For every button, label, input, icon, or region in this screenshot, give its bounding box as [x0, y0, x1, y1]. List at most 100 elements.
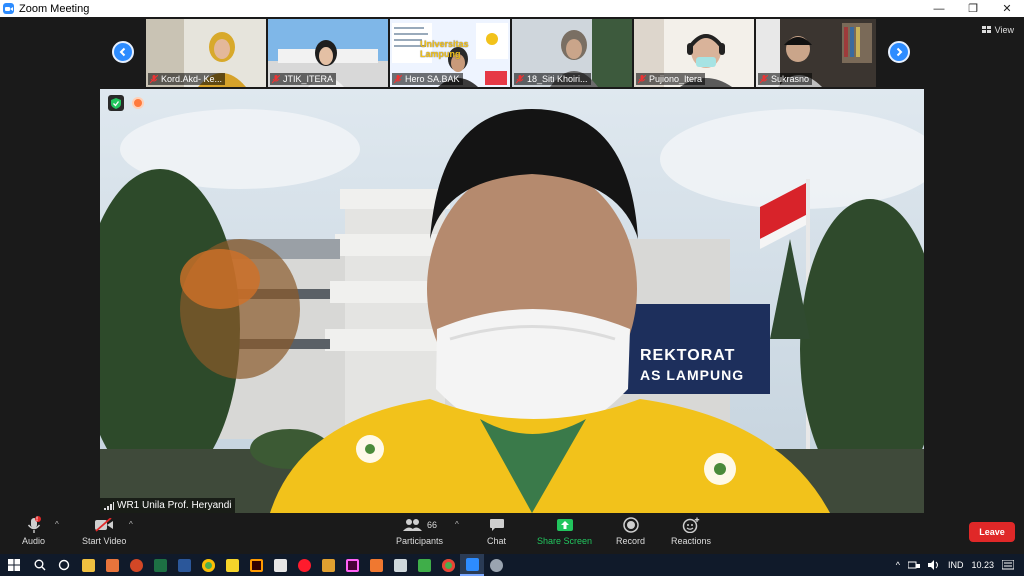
taskbar-app-excel[interactable]: [148, 554, 172, 576]
xd-icon: [345, 558, 359, 572]
notifications-icon[interactable]: [1002, 559, 1014, 571]
audio-button[interactable]: Audio: [22, 516, 45, 546]
language-indicator[interactable]: IND: [948, 560, 964, 570]
app-icon: [393, 558, 407, 572]
close-button[interactable]: ✕: [990, 0, 1024, 17]
audio-options-caret[interactable]: ^: [55, 520, 59, 529]
taskbar-app-word[interactable]: [172, 554, 196, 576]
task-view-button[interactable]: [52, 554, 76, 576]
search-button[interactable]: [28, 554, 52, 576]
speaker-video-frame: [100, 89, 924, 513]
mic-off-icon: [760, 74, 768, 83]
slide-title: Universitas Lampung: [420, 39, 469, 59]
app-icon: [273, 558, 287, 572]
gallery-strip: Kord.Akd- Ke... JTIK_ITERA Universitas L…: [146, 19, 876, 87]
window-title: Zoom Meeting: [19, 2, 90, 15]
taskbar-app-zoom[interactable]: [460, 554, 484, 576]
video-options-caret[interactable]: ^: [129, 520, 133, 529]
taskbar-app-sticky[interactable]: [220, 554, 244, 576]
window-titlebar: Zoom Meeting — ❐ ✕: [0, 0, 1024, 17]
participant-tile[interactable]: Kord.Akd- Ke...: [146, 19, 266, 87]
volume-icon[interactable]: [927, 560, 940, 570]
mic-off-icon: [150, 74, 158, 83]
participant-tile[interactable]: Universitas Lampung Hero SA.BAK: [390, 19, 510, 87]
mic-off-icon: [516, 74, 524, 83]
start-button[interactable]: [0, 554, 28, 576]
tile-label: Hero SA.BAK: [392, 73, 463, 85]
mic-off-icon: [638, 74, 646, 83]
tile-label: Kord.Akd- Ke...: [148, 73, 226, 85]
record-icon: [622, 517, 639, 533]
participant-count: 66: [427, 520, 438, 530]
taskbar-app-chrome[interactable]: [196, 554, 220, 576]
tile-label: Sukrasno: [758, 73, 813, 85]
mic-off-icon: [272, 74, 280, 83]
app-icon: [489, 558, 503, 572]
cortana-circle-icon: [58, 559, 70, 571]
windows-logo-icon: [8, 559, 20, 571]
taskbar-app-publisher[interactable]: [268, 554, 292, 576]
taskbar-app-powerpoint[interactable]: [124, 554, 148, 576]
gallery-prev-button[interactable]: [112, 41, 134, 63]
folder-icon: [81, 558, 95, 572]
leave-button[interactable]: Leave: [969, 522, 1015, 542]
word-icon: [177, 558, 191, 572]
taskbar-app-3[interactable]: [364, 554, 388, 576]
participant-tile[interactable]: 18_Siti Khoiri...: [512, 19, 632, 87]
audio-warning-badge: !: [36, 517, 38, 523]
record-button[interactable]: Record: [616, 516, 645, 546]
taskbar-app-file-explorer[interactable]: [76, 554, 100, 576]
chat-button[interactable]: Chat: [487, 516, 506, 546]
signal-strength-icon: [104, 501, 114, 510]
app-icon: [369, 558, 383, 572]
tile-label: Pujiono_Itera: [636, 73, 706, 85]
zoom-app-icon: [3, 3, 14, 14]
participant-tile[interactable]: Sukrasno: [756, 19, 876, 87]
tile-label: 18_Siti Khoiri...: [514, 73, 591, 85]
network-icon[interactable]: [907, 560, 920, 570]
taskbar-app-6[interactable]: [484, 554, 508, 576]
view-button[interactable]: View: [981, 25, 1014, 35]
participants-options-caret[interactable]: ^: [455, 520, 459, 529]
taskbar-app-5[interactable]: [412, 554, 436, 576]
grid-icon: [981, 26, 991, 33]
video-off-icon: [95, 518, 114, 532]
chat-icon: [489, 519, 504, 531]
app-icon: [417, 558, 431, 572]
taskbar-app-illustrator[interactable]: [244, 554, 268, 576]
gallery-next-button[interactable]: [888, 41, 910, 63]
app-icon: [321, 558, 335, 572]
participants-button[interactable]: 66 Participants: [396, 516, 443, 546]
meeting-toolbar: Audio ! ^ Start Video ^ 66 Participants …: [0, 514, 1024, 554]
maximize-button[interactable]: ❐: [956, 0, 990, 17]
speaker-name-label: WR1 Unila Prof. Heryandi: [100, 498, 236, 513]
participant-tile[interactable]: JTIK_ITERA: [268, 19, 388, 87]
window-controls: — ❐ ✕: [922, 0, 1024, 17]
start-video-button[interactable]: Start Video: [82, 516, 126, 546]
taskbar-app-opera[interactable]: [292, 554, 316, 576]
reactions-button[interactable]: Reactions: [671, 516, 711, 546]
taskbar-app-2[interactable]: [316, 554, 340, 576]
share-screen-button[interactable]: Share Screen: [537, 516, 592, 546]
powerpoint-icon: [129, 558, 143, 572]
search-icon: [34, 559, 46, 571]
clock[interactable]: 10.23: [971, 560, 994, 570]
taskbar-app-4[interactable]: [388, 554, 412, 576]
encryption-shield-icon[interactable]: [108, 95, 124, 111]
participant-tile[interactable]: Pujiono_Itera: [634, 19, 754, 87]
active-speaker-video[interactable]: REKTORAT AS LAMPUNG WR1 Unila Prof. Hery…: [100, 89, 924, 513]
windows-taskbar: ^ IND 10.23: [0, 554, 1024, 576]
chrome-icon: [441, 558, 455, 572]
building-sign-line1: REKTORAT: [640, 347, 736, 364]
opera-icon: [297, 558, 311, 572]
system-tray: ^ IND 10.23: [896, 554, 1024, 576]
app-icon: [105, 558, 119, 572]
taskbar-app-chrome-2[interactable]: [436, 554, 460, 576]
minimize-button[interactable]: —: [922, 0, 956, 17]
share-screen-icon: [556, 519, 573, 531]
taskbar-app-1[interactable]: [100, 554, 124, 576]
recording-indicator-icon: [132, 97, 144, 109]
reactions-icon: [682, 517, 700, 533]
tray-chevron-up-icon[interactable]: ^: [896, 560, 900, 570]
taskbar-app-xd[interactable]: [340, 554, 364, 576]
